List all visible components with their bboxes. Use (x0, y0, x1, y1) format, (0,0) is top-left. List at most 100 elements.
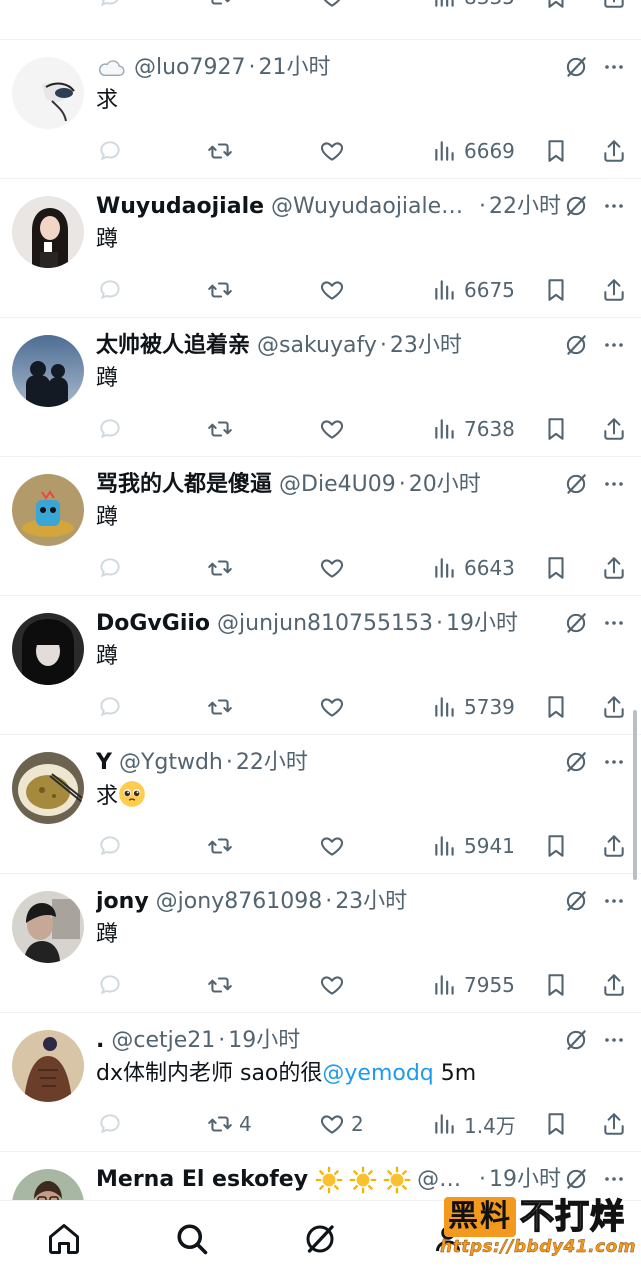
avatar[interactable] (12, 57, 84, 129)
avatar[interactable] (12, 474, 84, 546)
grok-button[interactable] (563, 471, 589, 497)
avatar[interactable] (12, 613, 84, 685)
like-button[interactable] (319, 273, 345, 307)
reply-button[interactable] (97, 412, 123, 446)
grok-button[interactable] (563, 888, 589, 914)
share-button[interactable] (601, 134, 627, 168)
bookmark-button[interactable] (543, 690, 569, 724)
like-button[interactable] (319, 829, 345, 863)
grok-button[interactable] (563, 749, 589, 775)
user-handle[interactable]: @luo7927 (134, 53, 246, 83)
tweet-row[interactable]: . @cetje21 · 19小时 dx体制内老师 sao的很@yemodq 5m 4… (0, 1013, 641, 1152)
more-button[interactable] (601, 471, 627, 497)
bookmark-button[interactable] (543, 829, 569, 863)
like-button[interactable] (319, 551, 345, 585)
mention-link[interactable]: @yemodq (322, 1061, 433, 1086)
bookmark-button[interactable] (543, 0, 569, 14)
timestamp[interactable]: 20小时 (409, 470, 481, 500)
views-button[interactable]: 8335 (432, 0, 515, 14)
timestamp[interactable]: 19小时 (489, 1165, 561, 1195)
tweet-row[interactable]: Y @Ygtwdh · 22小时 求 5941 (0, 735, 641, 874)
share-button[interactable] (601, 968, 627, 1002)
tab-grok[interactable] (300, 1219, 340, 1259)
views-button[interactable]: 5739 (432, 690, 515, 724)
display-name[interactable]: jony (96, 887, 149, 917)
display-name[interactable]: . (96, 1026, 104, 1056)
timestamp[interactable]: 22小时 (489, 192, 561, 222)
tweet-row[interactable]: @luo7927 · 21小时 求 6669 (0, 40, 641, 179)
timestamp[interactable]: 23小时 (390, 331, 462, 361)
retweet-button[interactable] (207, 968, 233, 1002)
more-button[interactable] (601, 1027, 627, 1053)
tweet-row[interactable]: DoGvGiio @junjun810755153 · 19小时 蹲 5739 (0, 596, 641, 735)
retweet-button[interactable] (207, 690, 233, 724)
user-handle[interactable]: @jony8761098 (156, 887, 323, 917)
timestamp[interactable]: 19小时 (446, 609, 518, 639)
like-button[interactable] (319, 134, 345, 168)
timestamp[interactable]: 19小时 (228, 1026, 300, 1056)
user-handle[interactable]: @junjun810755153 (217, 609, 433, 639)
user-handle[interactable]: @Ygtwdh (119, 748, 223, 778)
retweet-button[interactable]: 4 (207, 1107, 252, 1141)
like-button[interactable] (319, 690, 345, 724)
tweet-row[interactable]: 骂我的人都是傻逼 @Die4U09 · 20小时 蹲 6643 (0, 457, 641, 596)
like-button[interactable]: 2 (319, 1107, 364, 1141)
retweet-button[interactable] (207, 551, 233, 585)
bookmark-button[interactable] (543, 412, 569, 446)
grok-button[interactable] (563, 193, 589, 219)
user-handle[interactable]: @Wuyudaojiale4... (271, 192, 476, 222)
like-button[interactable] (319, 412, 345, 446)
share-button[interactable] (601, 829, 627, 863)
display-name[interactable]: DoGvGiio (96, 609, 210, 639)
reply-button[interactable] (97, 134, 123, 168)
like-button[interactable] (319, 968, 345, 1002)
grok-button[interactable] (563, 54, 589, 80)
more-button[interactable] (601, 610, 627, 636)
avatar[interactable] (12, 1169, 84, 1200)
avatar[interactable] (12, 891, 84, 963)
avatar[interactable] (12, 335, 84, 407)
grok-button[interactable] (563, 1166, 589, 1192)
bookmark-button[interactable] (543, 273, 569, 307)
display-name[interactable]: 骂我的人都是傻逼 (96, 470, 272, 500)
tweet-row[interactable]: Merna El eskofey @m... · 19小时 (0, 1152, 641, 1200)
share-button[interactable] (601, 1107, 627, 1141)
retweet-button[interactable] (207, 134, 233, 168)
share-button[interactable] (601, 551, 627, 585)
reply-button[interactable] (97, 0, 123, 14)
display-name[interactable]: Wuyudaojiale (96, 192, 264, 222)
avatar[interactable] (12, 752, 84, 824)
tweet-row[interactable]: Wuyudaojiale @Wuyudaojiale4... · 22小时 蹲 667… (0, 179, 641, 318)
tab-search[interactable] (172, 1219, 212, 1259)
user-handle[interactable]: @cetje21 (111, 1026, 215, 1056)
display-name[interactable]: Y (96, 748, 112, 778)
retweet-button[interactable] (207, 829, 233, 863)
reply-button[interactable] (97, 829, 123, 863)
grok-button[interactable] (563, 1027, 589, 1053)
grok-button[interactable] (563, 610, 589, 636)
views-button[interactable]: 6643 (432, 551, 515, 585)
timestamp[interactable]: 23小时 (335, 887, 407, 917)
scrollbar[interactable] (633, 710, 637, 880)
views-button[interactable]: 5941 (432, 829, 515, 863)
reply-button[interactable] (97, 690, 123, 724)
timestamp[interactable]: 22小时 (236, 748, 308, 778)
reply-button[interactable] (97, 968, 123, 1002)
timestamp[interactable]: 21小时 (259, 53, 331, 83)
views-button[interactable]: 1.4万 (432, 1107, 516, 1141)
bookmark-button[interactable] (543, 134, 569, 168)
display-name[interactable]: 太帅被人追着亲 (96, 331, 250, 361)
views-button[interactable]: 6675 (432, 273, 515, 307)
more-button[interactable] (601, 54, 627, 80)
more-button[interactable] (601, 332, 627, 358)
reply-button[interactable] (97, 551, 123, 585)
views-button[interactable]: 6669 (432, 134, 515, 168)
avatar[interactable] (12, 196, 84, 268)
share-button[interactable] (601, 412, 627, 446)
user-handle[interactable]: @m... (417, 1165, 476, 1195)
more-button[interactable] (601, 1166, 627, 1192)
views-button[interactable]: 7955 (432, 968, 515, 1002)
more-button[interactable] (601, 888, 627, 914)
reply-button[interactable] (97, 273, 123, 307)
tab-home[interactable] (44, 1219, 84, 1259)
